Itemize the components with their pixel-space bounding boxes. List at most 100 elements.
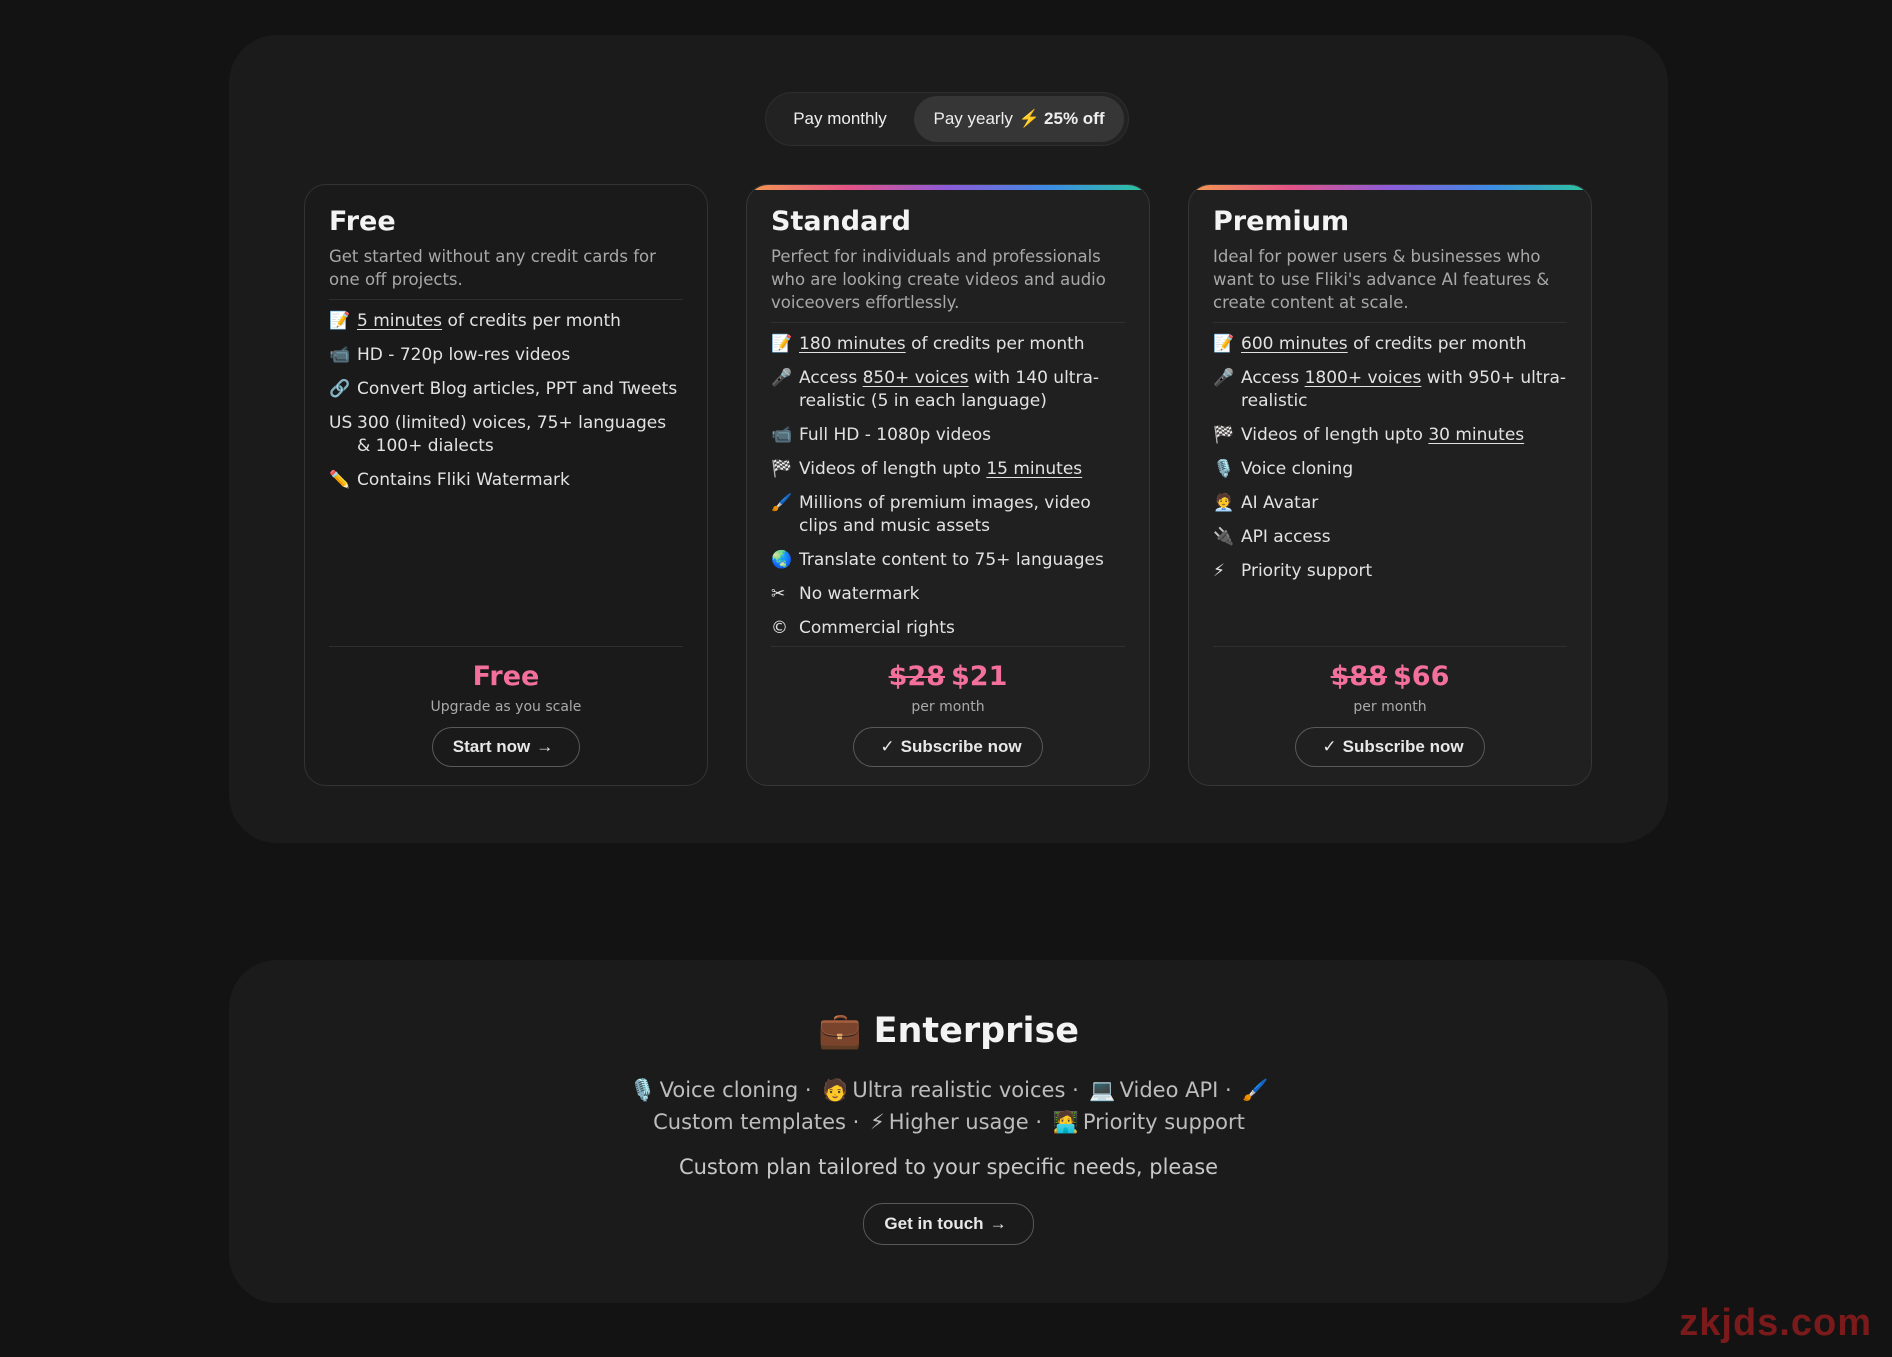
plan-feature-list: 📝 180 minutes of credits per month 🎤 Access… [771, 333, 1125, 640]
enterprise-feature-text: Custom templates [653, 1110, 846, 1134]
enterprise-panel: 💼 Enterprise 🎙️ Voice cloning · 🧑 Ultra rea… [229, 960, 1668, 1303]
feature-text: 600 minutes of credits per month [1241, 333, 1527, 356]
feature-suffix: of credits per month [905, 334, 1085, 354]
feature-prefix: Videos of length upto [1241, 425, 1429, 445]
current-price: Free [472, 661, 540, 692]
feature-icon: 📹 [329, 345, 351, 365]
feature-suffix: Contains Fliki Watermark [357, 470, 570, 490]
price-subtext: per month [1353, 699, 1427, 715]
plan-feature: 🎤 Access 850+ voices with 140 ultra-reali… [771, 367, 1125, 413]
yearly-discount-label: 25% off [1044, 109, 1105, 128]
feature-icon: 📝 [1213, 334, 1235, 354]
pay-yearly-label: Pay yearly [933, 109, 1013, 128]
lightning-icon: ⚡ [1018, 109, 1041, 128]
feature-suffix: HD - 720p low-res videos [357, 345, 571, 365]
pay-monthly-option[interactable]: Pay monthly [770, 96, 910, 142]
plan-card-free: Free Get started without any credit cards… [304, 184, 708, 786]
billing-toggle: Pay monthly Pay yearly ⚡ 25% off [765, 92, 1129, 146]
feature-icon: 🏁 [1213, 425, 1235, 445]
feature-suffix: No watermark [799, 584, 920, 604]
feature-text: Full HD - 1080p videos [799, 424, 991, 447]
feature-text: Millions of premium images, video clips … [799, 492, 1125, 538]
arrow-right-icon: → [536, 737, 554, 756]
price: Free [329, 659, 683, 695]
feature-text: HD - 720p low-res videos [357, 344, 570, 367]
enterprise-note: Custom plan tailored to your specific ne… [678, 1155, 1219, 1179]
plan-feature: US 300 (limited) voices, 75+ languages & … [329, 412, 683, 458]
feature-prefix: Access [799, 368, 863, 388]
current-price: $66 [1393, 661, 1450, 692]
enterprise-feature-icon: 🎙️ [629, 1078, 656, 1102]
button-label: Start now [452, 737, 531, 756]
feature-text: Commercial rights [799, 617, 955, 640]
plan-feature-list: 📝 5 minutes of credits per month 📹 HD - 720… [329, 310, 683, 492]
feature-icon: ⚡ [1213, 561, 1225, 581]
plan-feature: 🏁 Videos of length upto 15 minutes [771, 458, 1125, 481]
enterprise-feature: ⚡ Higher usage [866, 1110, 1029, 1134]
plan-feature: 📝 600 minutes of credits per month [1213, 333, 1567, 356]
plan-description: Get started without any credit cards for… [329, 245, 683, 300]
feature-link[interactable]: 850+ voices [863, 368, 969, 388]
feature-suffix: Translate content to 75+ languages [799, 550, 1104, 570]
feature-link[interactable]: 5 minutes [357, 311, 442, 331]
enterprise-feature: 🧑‍💻 Priority support [1049, 1110, 1245, 1134]
plan-feature: 🔌 API access [1213, 526, 1567, 549]
feature-icon: US [329, 413, 353, 433]
enterprise-feature: 🎙️ Voice cloning [625, 1078, 798, 1102]
check-icon: ✓ [1322, 737, 1337, 756]
enterprise-heading: 💼 Enterprise [229, 1010, 1668, 1051]
feature-icon: 🏁 [771, 459, 793, 479]
feature-prefix: Videos of length upto [799, 459, 987, 479]
feature-icon: ✏️ [329, 470, 351, 490]
feature-link[interactable]: 180 minutes [799, 334, 906, 354]
price-block: Free Upgrade as you scale Start now → [329, 646, 683, 767]
separator-dot: · [1218, 1078, 1239, 1102]
feature-text: Translate content to 75+ languages [799, 549, 1104, 572]
plan-card-premium: Premium Ideal for power users & businesse… [1188, 184, 1592, 786]
separator-dot: · [798, 1078, 819, 1102]
old-price: $88 [1330, 661, 1387, 692]
feature-icon: ✂ [771, 584, 786, 604]
feature-suffix: of credits per month [1347, 334, 1527, 354]
feature-suffix: Priority support [1241, 561, 1373, 581]
price: $88 $66 [1213, 659, 1567, 695]
plan-feature: 🧑‍💼 AI Avatar [1213, 492, 1567, 515]
plan-feature: 🎙️ Voice cloning [1213, 458, 1567, 481]
enterprise-feature-text: Priority support [1082, 1110, 1245, 1134]
subscribe-now-button[interactable]: ✓ Subscribe now [853, 727, 1043, 767]
get-in-touch-button[interactable]: Get in touch → [863, 1203, 1034, 1245]
plan-feature: 📝 5 minutes of credits per month [329, 310, 683, 333]
enterprise-feature-text: Ultra realistic voices [852, 1078, 1066, 1102]
feature-icon: 🎤 [771, 368, 793, 388]
enterprise-feature: 🧑 Ultra realistic voices [818, 1078, 1065, 1102]
enterprise-feature-icon: 🖌️ [1242, 1078, 1269, 1102]
feature-text: Videos of length upto 15 minutes [799, 458, 1082, 481]
price-subtext: per month [911, 699, 985, 715]
feature-suffix: AI Avatar [1241, 493, 1319, 513]
feature-icon: 🔌 [1213, 527, 1235, 547]
enterprise-feature-icon: 💻 [1089, 1078, 1116, 1102]
pay-yearly-option[interactable]: Pay yearly ⚡ 25% off [914, 96, 1124, 142]
feature-icon: 📹 [771, 425, 793, 445]
plan-name: Standard [771, 206, 911, 237]
feature-icon: 🎤 [1213, 368, 1235, 388]
feature-icon: 🖌️ [771, 493, 793, 513]
feature-text: 180 minutes of credits per month [799, 333, 1085, 356]
separator-dot: · [845, 1110, 867, 1134]
price-block: $28 $21 per month ✓ Subscribe now [771, 646, 1125, 767]
feature-icon: 📝 [329, 311, 351, 331]
price-block: $88 $66 per month ✓ Subscribe now [1213, 646, 1567, 767]
plan-feature: ✂ No watermark [771, 583, 1125, 606]
feature-suffix: Millions of premium images, video clips … [799, 493, 1091, 536]
watermark-text: zkjds.com [1679, 1302, 1872, 1344]
subscribe-now-button[interactable]: ✓ Subscribe now [1295, 727, 1485, 767]
start-now-button[interactable]: Start now → [431, 727, 581, 767]
enterprise-feature-text: Video API [1119, 1078, 1219, 1102]
plan-feature: 📹 HD - 720p low-res videos [329, 344, 683, 367]
plan-feature: © Commercial rights [771, 617, 1125, 640]
old-price: $28 [888, 661, 945, 692]
feature-link[interactable]: 30 minutes [1428, 425, 1524, 445]
feature-link[interactable]: 1800+ voices [1305, 368, 1422, 388]
feature-link[interactable]: 15 minutes [986, 459, 1082, 479]
feature-link[interactable]: 600 minutes [1241, 334, 1348, 354]
